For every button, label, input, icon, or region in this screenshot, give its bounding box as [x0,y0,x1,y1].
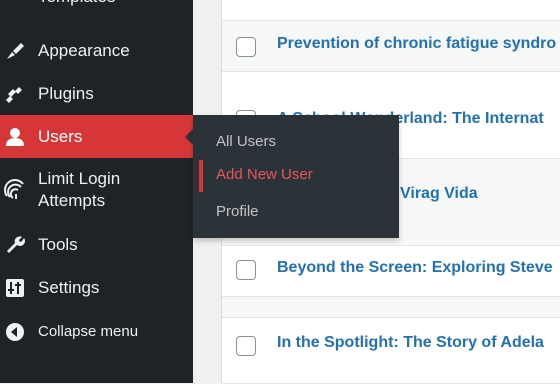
submenu-item-label: Add New User [216,166,313,183]
row-checkbox[interactable] [236,336,256,356]
sidebar-item-label-line2: Attempts [38,191,106,210]
sidebar-item-label: Collapse menu [38,323,139,340]
sidebar-item-limit-login-attempts[interactable]: Limit Login Attempts [0,168,193,214]
post-title-link[interactable]: Virag Vida [400,185,478,203]
submenu-item-all-users[interactable]: All Users [193,127,399,157]
paintbrush-icon [3,39,27,63]
post-title-link[interactable]: Beyond the Screen: Exploring Steve [277,259,553,277]
row-checkbox[interactable] [236,260,256,280]
user-icon [3,125,27,149]
sidebar-item-label: Tools [38,235,78,254]
sidebar-item-label: Templates [38,0,115,8]
templates-icon [3,0,27,9]
sliders-icon [3,276,27,300]
sidebar-item-label: Appearance [38,41,130,60]
wrench-icon [3,233,27,257]
sidebar-item-plugins[interactable]: Plugins [0,81,193,107]
submenu-item-label: Profile [216,203,259,220]
table-row [222,297,560,318]
table-row [222,0,560,21]
collapse-icon [3,320,27,344]
fingerprint-icon [3,178,27,202]
submenu-item-add-new-user[interactable]: Add New User [193,160,399,192]
sidebar-item-settings[interactable]: Settings [0,275,193,301]
sidebar-item-tools[interactable]: Tools [0,232,193,258]
sidebar-item-label: Users [38,127,83,146]
sidebar-item-appearance[interactable]: Appearance [0,38,193,64]
plug-icon [3,82,27,106]
submenu-item-label: All Users [216,133,277,150]
row-checkbox[interactable] [236,37,256,57]
sidebar-item-templates[interactable]: Templates [0,0,193,8]
table-row: Prevention of chronic fatigue syndro [222,21,560,72]
post-title-link[interactable]: Prevention of chronic fatigue syndro [277,35,556,53]
sidebar-item-label: Settings [38,278,100,297]
post-title-link[interactable]: In the Spotlight: The Story of Adela [277,334,544,352]
table-row: In the Spotlight: The Story of Adela [222,318,560,384]
users-submenu: All Users Add New User Profile [193,115,399,238]
sidebar-item-users[interactable]: Users [0,115,193,158]
sidebar-item-label: Limit Login [38,169,121,188]
admin-sidebar: Templates Appearance Plugins Users Limit… [0,0,193,383]
sidebar-item-label: Plugins [38,84,94,103]
collapse-menu-button[interactable]: Collapse menu [0,320,193,344]
submenu-item-profile[interactable]: Profile [193,197,399,227]
table-row: Beyond the Screen: Exploring Steve [222,246,560,297]
